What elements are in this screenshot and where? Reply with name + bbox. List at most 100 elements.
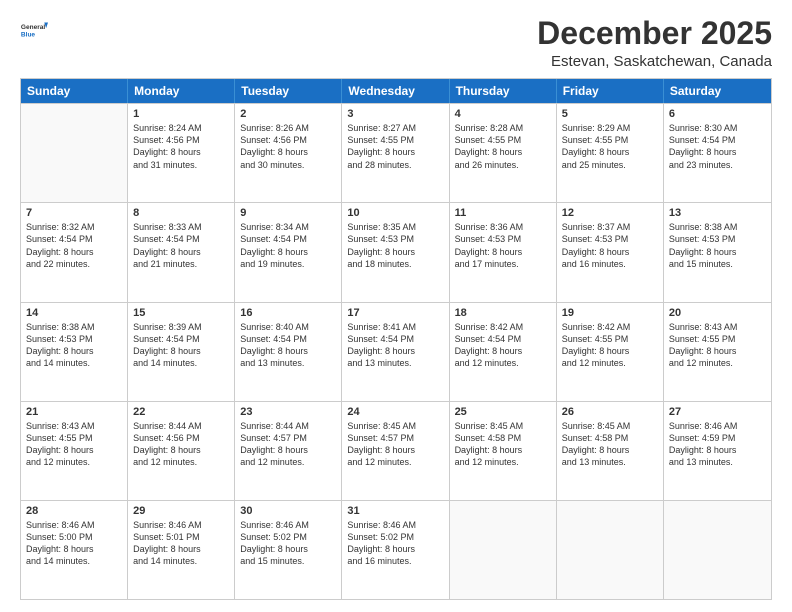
cell-line: and 14 minutes. bbox=[133, 555, 229, 567]
day-number: 7 bbox=[26, 207, 122, 219]
cell-line: Daylight: 8 hours bbox=[133, 444, 229, 456]
calendar-cell: 26Sunrise: 8:45 AMSunset: 4:58 PMDayligh… bbox=[557, 402, 664, 500]
cell-line: Sunset: 4:54 PM bbox=[240, 233, 336, 245]
cell-line: Daylight: 8 hours bbox=[26, 444, 122, 456]
cell-line: Sunset: 4:57 PM bbox=[240, 432, 336, 444]
calendar-header-cell: Thursday bbox=[450, 79, 557, 103]
cell-line: Sunrise: 8:35 AM bbox=[347, 221, 443, 233]
calendar-cell: 22Sunrise: 8:44 AMSunset: 4:56 PMDayligh… bbox=[128, 402, 235, 500]
calendar-cell: 31Sunrise: 8:46 AMSunset: 5:02 PMDayligh… bbox=[342, 501, 449, 599]
cell-line: and 14 minutes. bbox=[26, 555, 122, 567]
cell-line: Sunrise: 8:32 AM bbox=[26, 221, 122, 233]
calendar-header-cell: Saturday bbox=[664, 79, 771, 103]
cell-line: Sunrise: 8:38 AM bbox=[669, 221, 766, 233]
logo-icon: GeneralBlue bbox=[20, 16, 48, 44]
cell-line: Sunset: 4:53 PM bbox=[669, 233, 766, 245]
cell-line: and 26 minutes. bbox=[455, 159, 551, 171]
cell-line: Daylight: 8 hours bbox=[240, 146, 336, 158]
cell-line: Sunset: 4:59 PM bbox=[669, 432, 766, 444]
cell-line: Sunset: 4:54 PM bbox=[133, 233, 229, 245]
cell-line: and 30 minutes. bbox=[240, 159, 336, 171]
cell-line: Sunset: 5:02 PM bbox=[240, 531, 336, 543]
cell-line: Sunset: 5:01 PM bbox=[133, 531, 229, 543]
day-number: 30 bbox=[240, 505, 336, 517]
cell-line: Daylight: 8 hours bbox=[455, 444, 551, 456]
cell-line: Sunrise: 8:46 AM bbox=[347, 519, 443, 531]
day-number: 21 bbox=[26, 406, 122, 418]
cell-line: Daylight: 8 hours bbox=[347, 345, 443, 357]
cell-line: Daylight: 8 hours bbox=[669, 146, 766, 158]
cell-line: and 13 minutes. bbox=[669, 456, 766, 468]
cell-line: Sunrise: 8:34 AM bbox=[240, 221, 336, 233]
calendar-cell: 17Sunrise: 8:41 AMSunset: 4:54 PMDayligh… bbox=[342, 303, 449, 401]
day-number: 27 bbox=[669, 406, 766, 418]
calendar-header-cell: Tuesday bbox=[235, 79, 342, 103]
calendar-cell: 8Sunrise: 8:33 AMSunset: 4:54 PMDaylight… bbox=[128, 203, 235, 301]
calendar-header-row: SundayMondayTuesdayWednesdayThursdayFrid… bbox=[21, 79, 771, 103]
cell-line: and 12 minutes. bbox=[347, 456, 443, 468]
cell-line: Daylight: 8 hours bbox=[240, 345, 336, 357]
cell-line: Sunrise: 8:46 AM bbox=[133, 519, 229, 531]
cell-line: Sunrise: 8:27 AM bbox=[347, 122, 443, 134]
calendar-cell: 19Sunrise: 8:42 AMSunset: 4:55 PMDayligh… bbox=[557, 303, 664, 401]
cell-line: Daylight: 8 hours bbox=[240, 246, 336, 258]
day-number: 19 bbox=[562, 307, 658, 319]
calendar-cell: 10Sunrise: 8:35 AMSunset: 4:53 PMDayligh… bbox=[342, 203, 449, 301]
calendar-header-cell: Friday bbox=[557, 79, 664, 103]
cell-line: Sunset: 4:58 PM bbox=[455, 432, 551, 444]
cell-line: Daylight: 8 hours bbox=[669, 246, 766, 258]
cell-line: Sunrise: 8:36 AM bbox=[455, 221, 551, 233]
cell-line: Sunrise: 8:30 AM bbox=[669, 122, 766, 134]
location: Estevan, Saskatchewan, Canada bbox=[537, 53, 772, 70]
logo: GeneralBlue bbox=[20, 16, 48, 44]
cell-line: Sunset: 4:57 PM bbox=[347, 432, 443, 444]
calendar-cell: 12Sunrise: 8:37 AMSunset: 4:53 PMDayligh… bbox=[557, 203, 664, 301]
day-number: 2 bbox=[240, 108, 336, 120]
cell-line: and 15 minutes. bbox=[240, 555, 336, 567]
cell-line: and 28 minutes. bbox=[347, 159, 443, 171]
svg-text:General: General bbox=[21, 24, 45, 31]
cell-line: Daylight: 8 hours bbox=[133, 543, 229, 555]
day-number: 1 bbox=[133, 108, 229, 120]
calendar-cell bbox=[557, 501, 664, 599]
calendar-header-cell: Sunday bbox=[21, 79, 128, 103]
calendar-cell: 15Sunrise: 8:39 AMSunset: 4:54 PMDayligh… bbox=[128, 303, 235, 401]
cell-line: Daylight: 8 hours bbox=[26, 345, 122, 357]
cell-line: and 15 minutes. bbox=[669, 258, 766, 270]
cell-line: Sunrise: 8:37 AM bbox=[562, 221, 658, 233]
cell-line: Daylight: 8 hours bbox=[562, 444, 658, 456]
cell-line: and 23 minutes. bbox=[669, 159, 766, 171]
cell-line: and 31 minutes. bbox=[133, 159, 229, 171]
calendar-cell: 2Sunrise: 8:26 AMSunset: 4:56 PMDaylight… bbox=[235, 104, 342, 202]
day-number: 26 bbox=[562, 406, 658, 418]
cell-line: Sunrise: 8:46 AM bbox=[669, 420, 766, 432]
calendar: SundayMondayTuesdayWednesdayThursdayFrid… bbox=[20, 78, 772, 600]
day-number: 20 bbox=[669, 307, 766, 319]
cell-line: Sunset: 4:53 PM bbox=[347, 233, 443, 245]
cell-line: Daylight: 8 hours bbox=[455, 146, 551, 158]
cell-line: Daylight: 8 hours bbox=[347, 146, 443, 158]
day-number: 11 bbox=[455, 207, 551, 219]
cell-line: Daylight: 8 hours bbox=[455, 345, 551, 357]
cell-line: Sunset: 4:55 PM bbox=[669, 333, 766, 345]
cell-line: Sunrise: 8:45 AM bbox=[347, 420, 443, 432]
cell-line: Daylight: 8 hours bbox=[26, 543, 122, 555]
cell-line: and 12 minutes. bbox=[562, 357, 658, 369]
cell-line: and 14 minutes. bbox=[26, 357, 122, 369]
cell-line: and 12 minutes. bbox=[26, 456, 122, 468]
day-number: 12 bbox=[562, 207, 658, 219]
cell-line: Daylight: 8 hours bbox=[347, 444, 443, 456]
cell-line: Daylight: 8 hours bbox=[133, 146, 229, 158]
calendar-cell: 30Sunrise: 8:46 AMSunset: 5:02 PMDayligh… bbox=[235, 501, 342, 599]
cell-line: Sunrise: 8:41 AM bbox=[347, 321, 443, 333]
cell-line: Sunset: 4:53 PM bbox=[562, 233, 658, 245]
day-number: 17 bbox=[347, 307, 443, 319]
cell-line: Daylight: 8 hours bbox=[26, 246, 122, 258]
calendar-cell: 23Sunrise: 8:44 AMSunset: 4:57 PMDayligh… bbox=[235, 402, 342, 500]
cell-line: Sunset: 4:56 PM bbox=[133, 432, 229, 444]
cell-line: and 22 minutes. bbox=[26, 258, 122, 270]
cell-line: Sunset: 4:55 PM bbox=[562, 333, 658, 345]
day-number: 18 bbox=[455, 307, 551, 319]
cell-line: Sunset: 5:02 PM bbox=[347, 531, 443, 543]
cell-line: Sunset: 4:55 PM bbox=[455, 134, 551, 146]
